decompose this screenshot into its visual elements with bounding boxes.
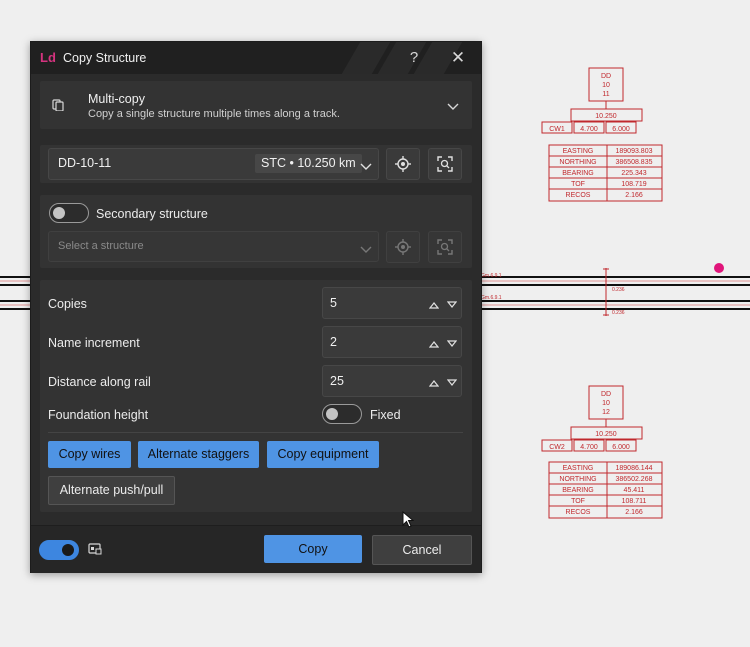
id-line: 10 [602,82,610,89]
name-increment-stepper[interactable]: 2 [322,326,462,358]
cw-b: 6.000 [612,444,630,451]
id-line: 10 [602,400,610,407]
secondary-structure-toggle[interactable] [49,203,89,223]
mouse-cursor-icon [402,510,415,534]
copies-label: Copies [48,297,87,311]
divider [48,432,463,433]
structure-location-badge: STC • 10.250 km [255,154,362,173]
cw-a: 4.700 [580,126,598,133]
chevron-down-icon [360,243,372,257]
row-value: 189086.144 [616,465,653,472]
secondary-structure-panel: Secondary structure Select a structure [40,195,472,268]
increment-icon[interactable] [428,337,440,351]
row-label: NORTHING [559,476,596,483]
target-icon [395,239,411,255]
structure-block-bottom: DD 10 12 10.250 CW2 4.700 6.000 EASTING … [541,385,663,519]
row-label: EASTING [563,148,594,155]
id-line: DD [601,391,611,398]
structure-panel: DD-10-11 STC • 10.250 km [40,145,472,183]
structure-block-top: DD 10 11 10.250 CW1 4.700 6.000 EASTING … [541,67,663,202]
row-value: 2.166 [625,192,643,199]
decrement-icon[interactable] [446,376,458,390]
row-label: TOF [571,181,585,188]
decrement-icon[interactable] [446,298,458,312]
secondary-structure-select[interactable]: Select a structure [48,231,379,262]
secondary-structure-label: Secondary structure [96,207,208,221]
target-icon [395,156,411,172]
alternate-staggers-button[interactable]: Alternate staggers [138,441,259,468]
cw-name: CW2 [549,444,565,451]
chevron-down-icon [360,160,372,174]
row-label: BEARING [562,487,594,494]
foundation-fixed-label: Fixed [370,408,401,422]
copies-stepper[interactable]: 5 [322,287,462,319]
multi-copy-icon [52,99,64,114]
row-value: 386502.268 [616,476,653,483]
row-value: 225.343 [621,170,646,177]
row-label: BEARING [562,170,594,177]
secondary-placeholder: Select a structure [58,240,144,252]
copy-button[interactable]: Copy [264,535,362,563]
row-label: TOF [571,498,585,505]
row-label: EASTING [563,465,594,472]
row-value: 189093.803 [616,148,653,155]
zoom-to-structure-button[interactable] [428,148,462,180]
track-label-2: Gm.6.9.1 [481,295,502,301]
km-label: 10.250 [595,431,617,438]
track-label-1: Gm.6.9.1 [481,273,502,279]
copy-wires-button[interactable]: Copy wires [48,441,131,468]
cw-name: CW1 [549,126,565,133]
row-value: 45.411 [624,487,645,494]
zoom-to-secondary-button[interactable] [428,231,462,263]
mode-subtitle: Copy a single structure multiple times a… [88,108,340,120]
row-value: 108.719 [621,181,646,188]
alternate-push-pull-button[interactable]: Alternate push/pull [48,476,175,505]
decrement-icon[interactable] [446,337,458,351]
id-line: 11 [602,91,609,98]
increment-icon[interactable] [428,376,440,390]
row-value: 2.166 [625,509,643,516]
row-value: 108.711 [622,498,647,505]
increment-icon[interactable] [428,298,440,312]
preview-toggle[interactable] [39,540,79,560]
mode-dropdown[interactable]: Multi-copy Copy a single structure multi… [40,81,472,129]
id-line: 12 [602,409,610,416]
distance-label: Distance along rail [48,375,151,389]
mode-title: Multi-copy [88,92,145,106]
distance-stepper[interactable]: 25 [322,365,462,397]
stagger-label-1: 0.236 [612,287,625,293]
row-label: RECOS [566,509,591,516]
structure-name: DD-10-11 [58,156,112,170]
locate-structure-button[interactable] [386,148,420,180]
dialog-title: Copy Structure [63,51,147,65]
copies-value: 5 [330,296,337,310]
stagger-label-2: 0.236 [612,310,625,316]
close-icon[interactable]: ✕ [448,46,468,70]
km-label: 10.250 [595,113,617,120]
name-increment-label: Name increment [48,336,140,350]
id-line: DD [601,73,611,80]
cw-a: 4.700 [580,444,598,451]
copy-structure-dialog: Ld Copy Structure ? ✕ Multi-copy Copy a … [30,41,482,573]
zoom-extents-icon [437,156,453,172]
chevron-down-icon [447,100,459,114]
zoom-extents-icon [437,239,453,255]
row-label: RECOS [566,192,591,199]
locate-secondary-button[interactable] [386,231,420,263]
structure-select[interactable]: DD-10-11 STC • 10.250 km [48,148,379,180]
copy-equipment-button[interactable]: Copy equipment [267,441,379,468]
app-logo: Ld [40,50,56,65]
foundation-fixed-toggle[interactable] [322,404,362,424]
name-increment-value: 2 [330,335,337,349]
selection-dot [714,263,724,273]
foundation-height-label: Foundation height [48,408,149,422]
row-label: NORTHING [559,159,596,166]
cw-b: 6.000 [612,126,630,133]
help-icon[interactable]: ? [404,46,424,70]
preview-icon[interactable] [88,543,102,558]
row-value: 386508.835 [616,159,653,166]
distance-value: 25 [330,374,344,388]
title-bar[interactable]: Ld Copy Structure ? ✕ [31,42,481,74]
cancel-button[interactable]: Cancel [372,535,472,565]
